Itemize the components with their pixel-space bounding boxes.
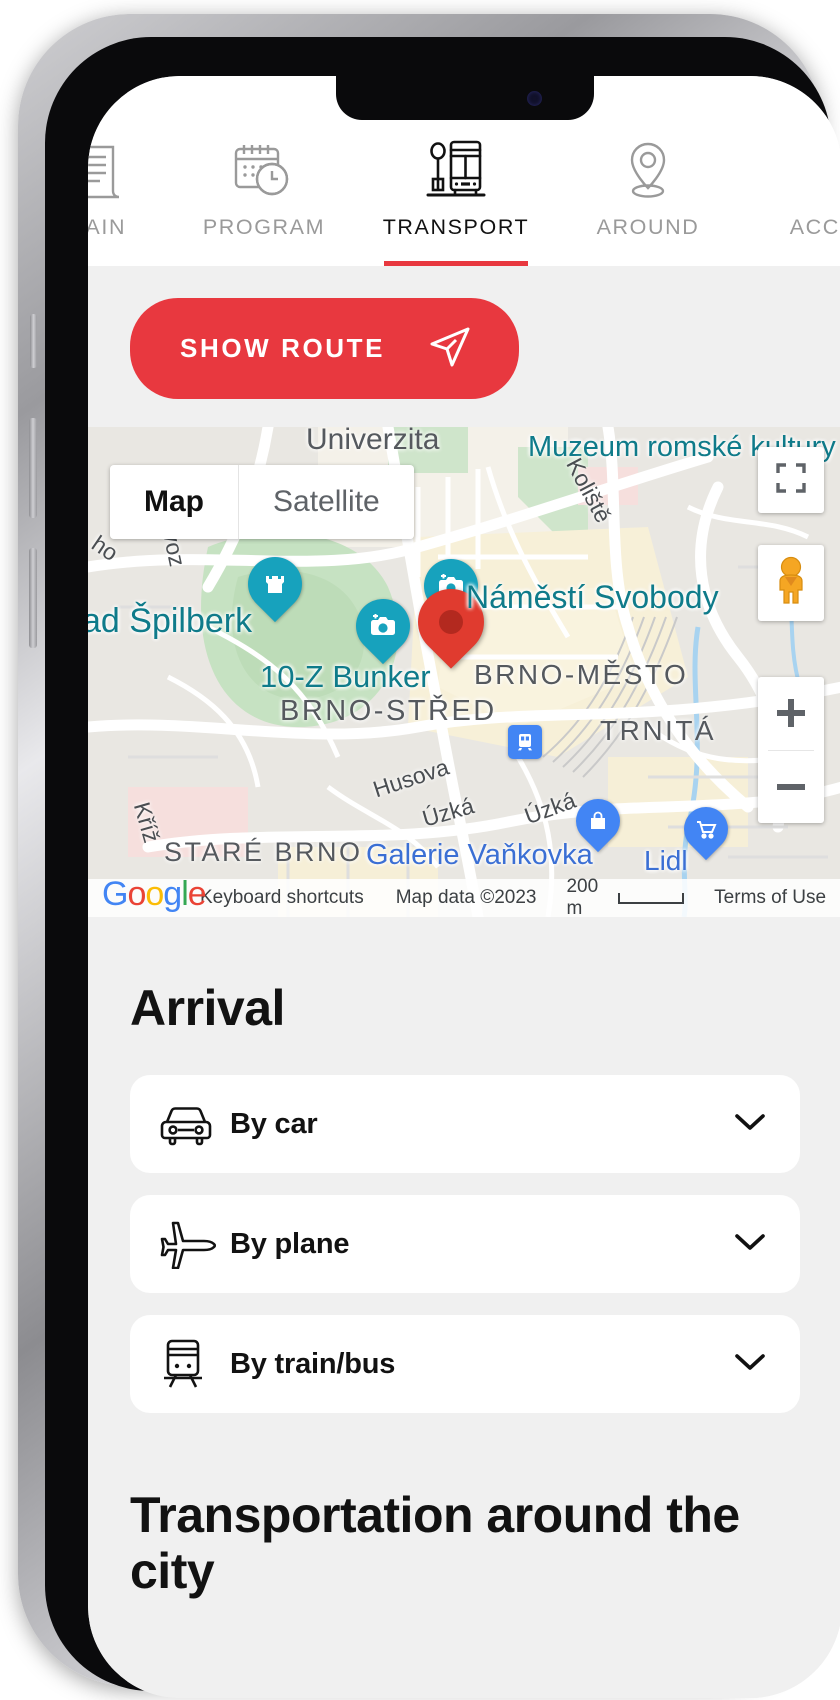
transportation-around-title: Transportation around the city bbox=[130, 1487, 740, 1599]
accordion-by-car[interactable]: By car bbox=[130, 1075, 800, 1173]
calendar-clock-icon bbox=[232, 135, 296, 201]
volume-down-button[interactable] bbox=[29, 548, 37, 648]
tab-label-around: AROUND bbox=[596, 215, 700, 239]
keyboard-shortcuts-link[interactable]: Keyboard shortcuts bbox=[184, 887, 380, 909]
map-scale-bar bbox=[618, 892, 685, 904]
fullscreen-button[interactable] bbox=[758, 447, 824, 513]
map-label-brno-mesto: BRNO-MĚSTO bbox=[474, 659, 689, 690]
arrival-section: Arrival By car By plane By train/bus Tra… bbox=[88, 917, 840, 1599]
map-label-bunker: 10-Z Bunker bbox=[260, 659, 431, 694]
map-type-satellite[interactable]: Satellite bbox=[238, 465, 414, 539]
show-route-button[interactable]: SHOW ROUTE bbox=[130, 298, 520, 399]
tab-main[interactable]: MAIN bbox=[88, 135, 152, 266]
accordion-label-by-car: By car bbox=[230, 1107, 318, 1140]
show-route-container: SHOW ROUTE bbox=[88, 266, 840, 427]
map-label-lidl: Lidl bbox=[644, 845, 688, 876]
tab-label-accommodation: ACCO bbox=[789, 215, 840, 239]
document-icon bbox=[88, 135, 123, 201]
map-label-spilberk: ad Špilberk bbox=[88, 602, 253, 640]
chevron-down-icon[interactable] bbox=[734, 1232, 766, 1257]
map-label-trnita: TRNITÁ bbox=[600, 715, 717, 746]
arrival-title: Arrival bbox=[130, 980, 285, 1036]
marker-spilberk-castle[interactable] bbox=[236, 545, 314, 623]
car-front-icon bbox=[158, 1100, 230, 1148]
tram-stop-icon bbox=[425, 135, 487, 201]
accordion-label-by-train-bus: By train/bus bbox=[230, 1347, 396, 1380]
google-logo: Google bbox=[102, 875, 207, 913]
accordion-by-train-bus[interactable]: By train/bus bbox=[130, 1315, 800, 1413]
camera-icon bbox=[344, 587, 422, 665]
zoom-out-button[interactable] bbox=[758, 751, 824, 824]
marker-photo-bunker[interactable] bbox=[344, 587, 422, 665]
notch bbox=[336, 76, 594, 120]
page-content: SHOW ROUTE Map Satellite Univerzita Muze… bbox=[88, 266, 840, 1698]
send-arrow-icon bbox=[427, 324, 473, 373]
phone-screen: MAIN bbox=[88, 76, 840, 1698]
map-view[interactable]: Map Satellite Univerzita Muzeum romské k… bbox=[88, 427, 840, 917]
tab-label-program: PROGRAM bbox=[202, 215, 326, 239]
street-view-button[interactable] bbox=[758, 545, 824, 621]
map-type-map[interactable]: Map bbox=[110, 465, 238, 539]
map-label-namesti-svobody: Náměstí Svobody bbox=[466, 579, 719, 615]
zoom-controls[interactable] bbox=[758, 677, 824, 823]
screenshot-stage: MAIN bbox=[0, 0, 840, 1700]
marker-galerie-vankovka[interactable] bbox=[566, 789, 630, 853]
map-pin-icon bbox=[621, 135, 675, 201]
map-type-toggle[interactable]: Map Satellite bbox=[110, 465, 414, 539]
terms-of-use-link[interactable]: Terms of Use bbox=[698, 887, 840, 909]
map-label-galerie-vankovka: Galerie Vaňkovka bbox=[366, 839, 593, 871]
street-view-pegman-icon bbox=[772, 556, 810, 611]
tab-around[interactable]: AROUND bbox=[568, 135, 728, 266]
phone-frame: MAIN bbox=[18, 14, 840, 1698]
map-label-univerzita: Univerzita bbox=[306, 427, 440, 456]
phone-bezel: MAIN bbox=[45, 37, 840, 1698]
zoom-in-button[interactable] bbox=[758, 677, 824, 750]
train-icon bbox=[158, 1338, 230, 1390]
volume-up-button[interactable] bbox=[29, 418, 37, 518]
plane-icon bbox=[158, 1219, 230, 1269]
accordion-label-by-plane: By plane bbox=[230, 1227, 350, 1260]
tab-active-indicator bbox=[384, 261, 528, 266]
chevron-down-icon[interactable] bbox=[734, 1112, 766, 1137]
map-label-stare-brno: STARÉ BRNO bbox=[164, 837, 363, 867]
tab-label-transport: TRANSPORT bbox=[382, 215, 530, 239]
map-data-text: Map data ©2023 bbox=[395, 887, 537, 908]
tab-accommodation[interactable]: ACCO bbox=[760, 135, 840, 266]
fullscreen-icon bbox=[775, 462, 807, 499]
map-scale-label: 200 m bbox=[566, 876, 599, 917]
tab-program[interactable]: PROGRAM bbox=[184, 135, 344, 266]
mute-switch[interactable] bbox=[30, 314, 37, 368]
tram-icon bbox=[508, 725, 542, 759]
map-label-brno-stred: BRNO-STŘED bbox=[280, 695, 497, 727]
tab-label-main: MAIN bbox=[88, 215, 127, 239]
map-scale: 200 m bbox=[552, 876, 698, 917]
show-route-label: SHOW ROUTE bbox=[180, 333, 386, 363]
marker-tram-station[interactable] bbox=[508, 725, 542, 759]
marker-lidl[interactable] bbox=[674, 797, 738, 861]
chevron-down-icon[interactable] bbox=[734, 1352, 766, 1377]
front-camera-icon bbox=[527, 91, 542, 106]
tab-transport[interactable]: TRANSPORT bbox=[376, 135, 536, 266]
accordion-by-plane[interactable]: By plane bbox=[130, 1195, 800, 1293]
